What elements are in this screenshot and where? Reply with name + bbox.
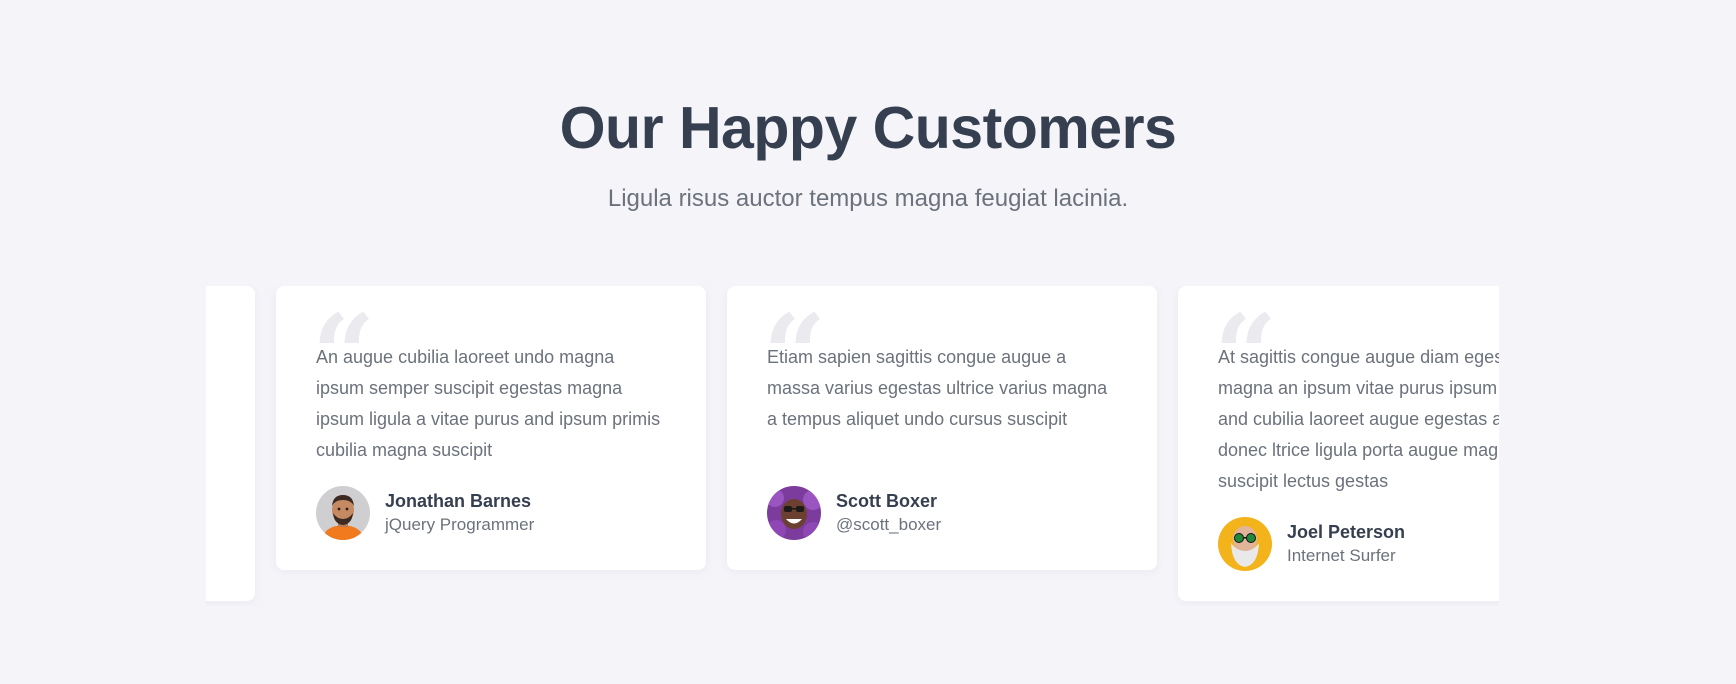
testimonials-section: Our Happy Customers Ligula risus auctor …: [0, 0, 1736, 684]
author-name: Scott Boxer: [836, 491, 938, 511]
author-role: @scott_boxer: [836, 515, 942, 534]
section-title: Our Happy Customers: [559, 95, 1177, 161]
author-block: Joel Peterson Internet Surfer: [1218, 517, 1405, 571]
avatar: [1218, 517, 1272, 571]
author-name: Joel Peterson: [1287, 522, 1406, 542]
testimonial-card[interactable]: “ Etiam sapien sagittis congue augue a m…: [727, 286, 1157, 570]
author-name: Jonathan Barnes: [385, 491, 532, 511]
author-block: Scott Boxer @scott_boxer: [767, 486, 941, 540]
testimonial-card[interactable]: “ At sagittis congue augue diam egestas …: [1178, 286, 1499, 601]
testimonial-text: An augue cubilia laoreet undo magna ipsu…: [316, 347, 661, 460]
testimonial-card-partial-left[interactable]: [206, 286, 255, 601]
testimonial-text: Etiam sapien sagittis congue augue a mas…: [767, 347, 1108, 429]
testimonial-card[interactable]: “ An augue cubilia laoreet undo magna ip…: [276, 286, 706, 570]
avatar: [316, 486, 370, 540]
section-subtitle: Ligula risus auctor tempus magna feugiat…: [607, 185, 1129, 212]
testimonial-text: At sagittis congue augue diam egestas ma…: [1218, 347, 1499, 491]
testimonials-carousel[interactable]: “ An augue cubilia laoreet undo magna ip…: [206, 286, 1499, 606]
avatar: [767, 486, 821, 540]
author-role: jQuery Programmer: [385, 515, 535, 534]
author-role: Internet Surfer: [1287, 546, 1396, 565]
author-block: Jonathan Barnes jQuery Programmer: [316, 486, 534, 540]
